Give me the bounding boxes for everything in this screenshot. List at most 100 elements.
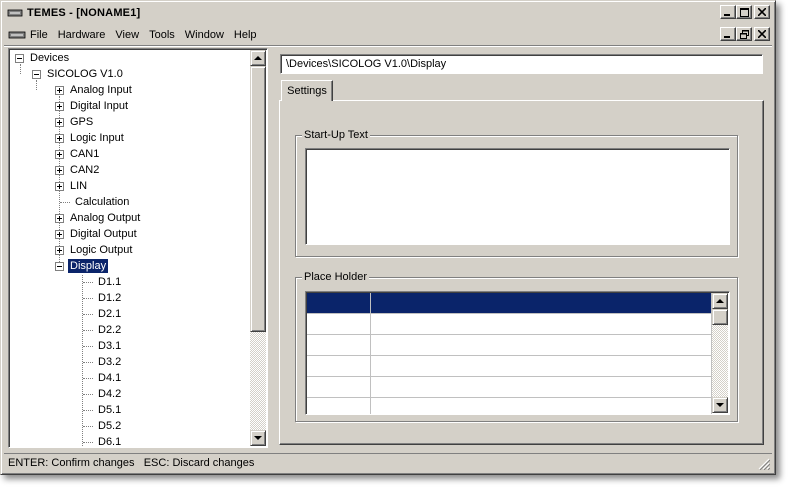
expand-icon[interactable]: [55, 245, 64, 255]
device-tree-panel: Devices SICOLOG V1.0 Analog Input Digita…: [8, 48, 268, 448]
scroll-up-button[interactable]: [250, 50, 266, 66]
arrow-down-icon: [254, 436, 262, 440]
table-row[interactable]: [307, 356, 712, 377]
table-row[interactable]: [307, 335, 712, 356]
menu-bar: File Hardware View Tools Window Help: [4, 25, 772, 44]
expand-icon[interactable]: [55, 133, 64, 143]
mdi-close-button[interactable]: [754, 27, 770, 41]
expand-icon[interactable]: [55, 181, 64, 191]
grid-scrollbar[interactable]: [712, 293, 728, 413]
scroll-thumb[interactable]: [250, 66, 266, 332]
grid-cell[interactable]: [371, 335, 712, 356]
tree-node-logic-input[interactable]: Logic Input: [55, 130, 126, 146]
grid-cell[interactable]: [371, 398, 712, 414]
tree-node-d3-2[interactable]: D3.2: [83, 354, 123, 370]
place-holder-label: Place Holder: [302, 270, 369, 284]
expand-icon[interactable]: [55, 117, 64, 127]
title-bar[interactable]: TEMES - [NONAME1]: [4, 4, 772, 22]
collapse-icon[interactable]: [15, 53, 24, 63]
device-tree[interactable]: Devices SICOLOG V1.0 Analog Input Digita…: [10, 50, 251, 446]
tree-node-d4-2[interactable]: D4.2: [83, 386, 123, 402]
tree-node-digital-output[interactable]: Digital Output: [55, 226, 139, 242]
menu-separator: [4, 45, 772, 47]
expand-icon[interactable]: [55, 85, 64, 95]
grid-cell[interactable]: [307, 398, 371, 414]
maximize-button[interactable]: [736, 5, 752, 19]
arrow-up-icon: [716, 299, 724, 303]
tree-node-calculation[interactable]: Calculation: [60, 194, 131, 210]
grid-cell[interactable]: [307, 335, 371, 356]
place-holder-grid[interactable]: [305, 291, 730, 415]
table-row[interactable]: [307, 377, 712, 398]
grid-scroll-down-button[interactable]: [712, 397, 728, 413]
tree-node-d1-1[interactable]: D1.1: [83, 274, 123, 290]
scroll-down-button[interactable]: [250, 430, 266, 446]
minimize-icon: [724, 36, 730, 38]
tree-node-display[interactable]: Display: [55, 258, 110, 274]
minimize-button[interactable]: [720, 5, 736, 19]
tree-node-digital-input[interactable]: Digital Input: [55, 98, 130, 114]
tree-node-d1-2[interactable]: D1.2: [83, 290, 123, 306]
grid-header-cell[interactable]: [371, 293, 712, 314]
tree-node-analog-input[interactable]: Analog Input: [55, 82, 134, 98]
grid-cell[interactable]: [371, 377, 712, 398]
mdi-minimize-button[interactable]: [720, 27, 736, 41]
grid-cell[interactable]: [371, 356, 712, 377]
menu-view[interactable]: View: [110, 29, 144, 41]
tree-scrollbar[interactable]: [250, 50, 266, 446]
tree-node-d3-1[interactable]: D3.1: [83, 338, 123, 354]
collapse-icon[interactable]: [32, 69, 41, 79]
app-window: TEMES - [NONAME1] File Hardware View Too…: [0, 0, 776, 475]
grid-cell[interactable]: [371, 314, 712, 335]
tab-settings[interactable]: Settings: [281, 80, 333, 101]
close-button[interactable]: [754, 5, 770, 19]
expand-icon[interactable]: [55, 101, 64, 111]
path-field[interactable]: \Devices\SICOLOG V1.0\Display: [280, 54, 763, 74]
mdi-restore-button[interactable]: [736, 27, 752, 41]
grid-cell[interactable]: [307, 314, 371, 335]
menu-hardware[interactable]: Hardware: [53, 29, 111, 41]
tree-node-analog-output[interactable]: Analog Output: [55, 210, 142, 226]
tree-node-d2-1[interactable]: D2.1: [83, 306, 123, 322]
menu-help[interactable]: Help: [229, 29, 262, 41]
expand-icon[interactable]: [55, 149, 64, 159]
tree-node-logic-output[interactable]: Logic Output: [55, 242, 134, 258]
menu-tools[interactable]: Tools: [144, 29, 180, 41]
arrow-up-icon: [254, 56, 262, 60]
selected-node-label: Display: [66, 258, 110, 274]
tree-node-lin[interactable]: LIN: [55, 178, 89, 194]
tree-node-devices[interactable]: Devices: [15, 50, 71, 66]
grid-cell[interactable]: [307, 377, 371, 398]
grid-scroll-thumb[interactable]: [712, 309, 728, 325]
tree-node-d2-2[interactable]: D2.2: [83, 322, 123, 338]
table-row[interactable]: [307, 314, 712, 335]
table-row[interactable]: [307, 398, 712, 414]
resize-grip-icon[interactable]: [758, 458, 770, 470]
expand-icon[interactable]: [55, 229, 64, 239]
close-icon: [758, 30, 766, 38]
tree-node-gps[interactable]: GPS: [55, 114, 95, 130]
expand-icon[interactable]: [55, 165, 64, 175]
tree-node-d5-2[interactable]: D5.2: [83, 418, 123, 434]
grid-scroll-up-button[interactable]: [712, 293, 728, 309]
tree-node-d6-1[interactable]: D6.1: [83, 434, 123, 446]
expand-icon[interactable]: [55, 213, 64, 223]
tree-node-can2[interactable]: CAN2: [55, 162, 101, 178]
grid-header-row[interactable]: [307, 293, 712, 314]
tree-node-sicolog[interactable]: SICOLOG V1.0: [32, 66, 125, 82]
status-bar: ENTER: Confirm changes ESC: Discard chan…: [4, 453, 772, 472]
tree-node-d5-1[interactable]: D5.1: [83, 402, 123, 418]
maximize-icon: [739, 7, 749, 17]
close-icon: [758, 8, 766, 16]
startup-text-input[interactable]: [305, 148, 730, 245]
grid-header-cell[interactable]: [307, 293, 371, 314]
document-icon[interactable]: [8, 28, 28, 42]
tree-node-can1[interactable]: CAN1: [55, 146, 101, 162]
arrow-down-icon: [716, 403, 724, 407]
collapse-icon[interactable]: [55, 261, 64, 271]
menu-window[interactable]: Window: [180, 29, 229, 41]
pane-splitter[interactable]: [269, 48, 275, 448]
menu-file[interactable]: File: [28, 29, 53, 41]
tree-node-d4-1[interactable]: D4.1: [83, 370, 123, 386]
grid-cell[interactable]: [307, 356, 371, 377]
